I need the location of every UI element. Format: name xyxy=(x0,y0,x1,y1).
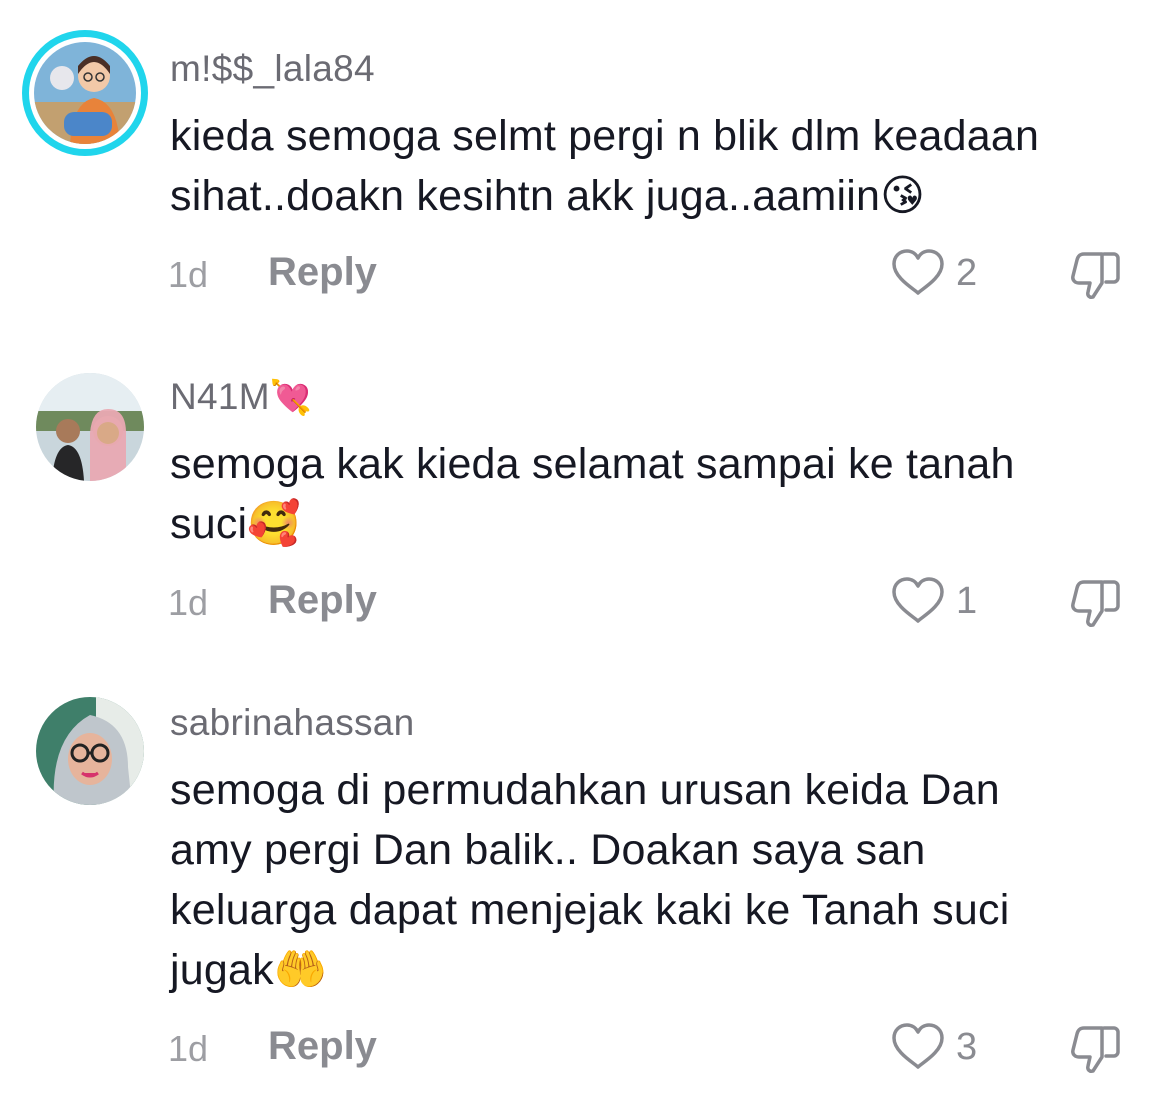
thumbs-down-outline-icon[interactable] xyxy=(1068,250,1124,300)
comment-line-text: jugak xyxy=(170,946,274,994)
comment-line-text: sihat..doakn kesihtn akk juga..aamiin xyxy=(170,172,881,220)
username-text: N41M xyxy=(170,376,270,417)
username-text: sabrinahassan xyxy=(170,702,415,743)
comment-line: semoga kak kieda selamat sampai ke tanah xyxy=(170,440,1015,488)
avatar-photo-icon xyxy=(36,373,144,481)
smiling-hearts-emoji: 🥰 xyxy=(247,500,302,548)
like-count: 1 xyxy=(956,580,978,622)
comment-actions: 1d Reply 2 xyxy=(0,248,1170,300)
comment-actions: 1d Reply 1 xyxy=(0,576,1170,628)
heart-arrow-emoji: 💘 xyxy=(269,379,313,417)
comment-line: kieda semoga selmt pergi n blik dlm kead… xyxy=(170,112,1040,160)
heart-outline-icon[interactable] xyxy=(890,248,946,298)
comment-actions: 1d Reply 3 xyxy=(0,1022,1170,1074)
heart-outline-icon[interactable] xyxy=(890,576,946,626)
comment-time: 1d xyxy=(168,1028,209,1069)
comment-text: kieda semoga selmt pergi n blik dlm kead… xyxy=(170,106,1140,226)
comment-line: amy pergi Dan balik.. Doakan saya san xyxy=(170,826,926,874)
avatar[interactable] xyxy=(22,30,148,156)
heart-outline-icon[interactable] xyxy=(890,1022,946,1072)
comment-username[interactable]: m!$$_lala84 xyxy=(170,48,375,90)
comment-time: 1d xyxy=(168,254,209,295)
comment-text: semoga kak kieda selamat sampai ke tanah… xyxy=(170,434,1140,554)
thumbs-down-outline-icon[interactable] xyxy=(1068,578,1124,628)
comment-line-text: suci xyxy=(170,500,248,548)
thumbs-down-outline-icon[interactable] xyxy=(1068,1024,1124,1074)
comment-line-with-emoji: sihat..doakn kesihtn akk juga..aamiin😘 xyxy=(170,166,1140,226)
comment-line: semoga di permudahkan urusan keida Dan xyxy=(170,766,1000,814)
palms-up-emoji: 🤲 xyxy=(273,946,328,994)
kiss-emoji: 😘 xyxy=(880,172,926,220)
reply-button[interactable]: Reply xyxy=(268,250,377,295)
like-count: 3 xyxy=(956,1026,978,1068)
comment-line-with-emoji: suci🥰 xyxy=(170,494,1140,554)
comment-username[interactable]: sabrinahassan xyxy=(170,702,415,744)
avatar[interactable] xyxy=(36,373,144,481)
avatar-cartoon-icon xyxy=(34,42,136,144)
avatar-photo-icon xyxy=(36,697,144,805)
comment-line-with-emoji: jugak🤲 xyxy=(170,940,1140,1000)
comment-time: 1d xyxy=(168,582,209,623)
comment-username[interactable]: N41M💘 xyxy=(170,376,313,418)
avatar[interactable] xyxy=(36,697,144,805)
username-text: m!$$_lala84 xyxy=(170,48,375,89)
comment-line: keluarga dapat menjejak kaki ke Tanah su… xyxy=(170,886,1010,934)
reply-button[interactable]: Reply xyxy=(268,578,377,623)
comment-text: semoga di permudahkan urusan keida Dan a… xyxy=(170,760,1140,1000)
reply-button[interactable]: Reply xyxy=(268,1024,377,1069)
like-count: 2 xyxy=(956,252,978,294)
